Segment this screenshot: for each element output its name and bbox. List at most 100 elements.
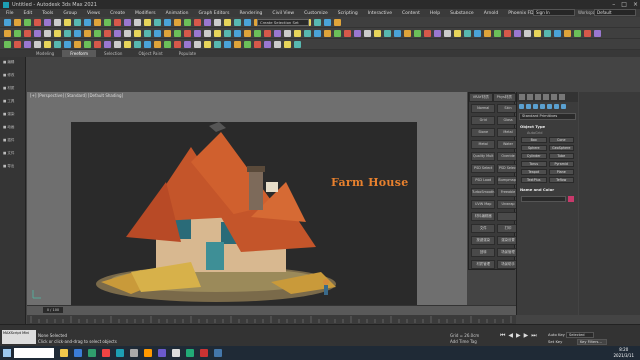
toolbar-tool-icon[interactable]: [404, 30, 411, 37]
time-slider[interactable]: 0 / 100: [27, 305, 516, 315]
toolbar-tool-icon[interactable]: [294, 30, 301, 37]
menu-item[interactable]: Scripting: [338, 11, 358, 16]
ribbon-tab[interactable]: Selection: [96, 50, 130, 57]
toolbar-tool-icon[interactable]: [84, 30, 91, 37]
menu-item[interactable]: Substance: [450, 11, 474, 16]
toolbar-tool-icon[interactable]: [204, 30, 211, 37]
menu-item[interactable]: Phoenix FD: [508, 11, 533, 16]
toolbar-tool-icon[interactable]: [564, 30, 571, 37]
toolbar-tool-icon[interactable]: [334, 19, 341, 26]
toolbar-tool-icon[interactable]: [34, 19, 41, 26]
toolbar-tool-icon[interactable]: [194, 30, 201, 37]
object-color-swatch[interactable]: [568, 196, 574, 202]
taskbar-app-icon[interactable]: [116, 349, 124, 357]
toolbar-tool-icon[interactable]: [54, 41, 61, 48]
plugin-button[interactable]: 材质管理: [471, 260, 496, 269]
toolbar-tool-icon[interactable]: [124, 19, 131, 26]
menu-item[interactable]: Modifiers: [135, 11, 156, 16]
plugin-button[interactable]: Stone: [471, 128, 496, 137]
toolbar-tool-icon[interactable]: [124, 41, 131, 48]
toolbar-tool-icon[interactable]: [74, 19, 81, 26]
toolbar-tool-icon[interactable]: [104, 30, 111, 37]
object-type-button[interactable]: Cone: [548, 137, 574, 143]
toolbar-tool-icon[interactable]: [224, 30, 231, 37]
menu-item[interactable]: Arnold: [484, 11, 499, 16]
go-to-end-icon[interactable]: ⏭: [531, 332, 536, 340]
toolbar-tool-icon[interactable]: [64, 41, 71, 48]
toolbar-tool-icon[interactable]: [114, 41, 121, 48]
toolbar-tool-icon[interactable]: [34, 41, 41, 48]
toolbar-tool-icon[interactable]: [174, 41, 181, 48]
toolbar-tool-icon[interactable]: [114, 19, 121, 26]
menu-item[interactable]: Interactive: [368, 11, 392, 16]
taskbar-app-icon[interactable]: [214, 349, 222, 357]
menu-item[interactable]: Edit: [24, 11, 33, 16]
toolbar-tool-icon[interactable]: [104, 41, 111, 48]
toolbar-tool-icon[interactable]: [34, 30, 41, 37]
menu-item[interactable]: Graph Editors: [199, 11, 230, 16]
plugin-button[interactable]: Quality Mult: [471, 152, 496, 161]
toolbar-tool-icon[interactable]: [244, 19, 251, 26]
toolbar-tool-icon[interactable]: [284, 41, 291, 48]
toolbar-tool-icon[interactable]: [254, 41, 261, 48]
plugin-button[interactable]: 材料编辑器: [471, 212, 496, 221]
toolbar-tool-icon[interactable]: [184, 19, 191, 26]
left-bar-item[interactable]: ■ 插件: [0, 136, 25, 149]
left-bar-item[interactable]: ■ 导出: [0, 162, 25, 175]
toolbar-tool-icon[interactable]: [204, 41, 211, 48]
toolbar-tool-icon[interactable]: [314, 19, 321, 26]
plugin-button[interactable]: 按键渲染: [471, 236, 496, 245]
toolbar-tool-icon[interactable]: [354, 30, 361, 37]
object-type-button[interactable]: Teflow: [548, 177, 574, 183]
taskbar-app-icon[interactable]: [200, 349, 208, 357]
taskbar-app-icon[interactable]: [60, 349, 68, 357]
toolbar-tool-icon[interactable]: [64, 30, 71, 37]
toolbar-tool-icon[interactable]: [144, 19, 151, 26]
track-bar[interactable]: [27, 315, 516, 324]
taskbar-clock[interactable]: 8:20 2021/3/11: [613, 347, 634, 359]
object-type-button[interactable]: Sphere: [521, 145, 547, 151]
toolbar-tool-icon[interactable]: [54, 30, 61, 37]
left-bar-item[interactable]: ■ 渲染: [0, 110, 25, 123]
toolbar-tool-icon[interactable]: [4, 41, 11, 48]
toolbar-tool-icon[interactable]: [594, 30, 601, 37]
toolbar-tool-icon[interactable]: [434, 30, 441, 37]
toolbar-tool-icon[interactable]: [144, 41, 151, 48]
toolbar-tool-icon[interactable]: [174, 19, 181, 26]
create-selection-set-dropdown[interactable]: Create Selection Set: [257, 19, 309, 26]
maximize-icon[interactable]: □: [621, 1, 627, 8]
toolbar-tool-icon[interactable]: [424, 30, 431, 37]
plugin-button[interactable]: TurboSmooth: [471, 188, 496, 197]
toolbar-tool-icon[interactable]: [394, 30, 401, 37]
object-type-button[interactable]: Torus: [521, 161, 547, 167]
menu-item[interactable]: Group: [63, 11, 77, 16]
toolbar-tool-icon[interactable]: [94, 19, 101, 26]
toolbar-tool-icon[interactable]: [324, 30, 331, 37]
menu-item[interactable]: Help: [430, 11, 440, 16]
taskbar-app-icon[interactable]: [158, 349, 166, 357]
toolbar-tool-icon[interactable]: [574, 30, 581, 37]
toolbar-tool-icon[interactable]: [264, 30, 271, 37]
toolbar-tool-icon[interactable]: [344, 30, 351, 37]
toolbar-tool-icon[interactable]: [274, 30, 281, 37]
viewport-label[interactable]: [+] [Perspective] [Standard] [Default Sh…: [30, 93, 123, 98]
maxscript-listener[interactable]: MAXScript Mini: [2, 330, 36, 344]
toolbar-tool-icon[interactable]: [14, 19, 21, 26]
menu-item[interactable]: Views: [87, 11, 100, 16]
toolbar-tool-icon[interactable]: [254, 30, 261, 37]
menu-item[interactable]: Civil View: [272, 11, 294, 16]
create-category-icons[interactable]: [517, 102, 578, 111]
left-bar-item[interactable]: ■ 编辑: [0, 58, 25, 71]
taskbar-app-icon[interactable]: [74, 349, 82, 357]
plugin-tab-phys[interactable]: Phys材质: [492, 93, 516, 102]
object-type-rollout[interactable]: Object Type: [517, 122, 578, 131]
menu-item[interactable]: Create: [110, 11, 125, 16]
toolbar-tool-icon[interactable]: [214, 19, 221, 26]
toolbar-tool-icon[interactable]: [74, 30, 81, 37]
perspective-viewport[interactable]: [+] [Perspective] [Standard] [Default Sh…: [27, 92, 467, 315]
toolbar-tool-icon[interactable]: [364, 30, 371, 37]
menu-item[interactable]: File: [6, 11, 14, 16]
toolbar-tool-icon[interactable]: [84, 41, 91, 48]
toolbar-tool-icon[interactable]: [214, 41, 221, 48]
toolbar-tool-icon[interactable]: [44, 41, 51, 48]
